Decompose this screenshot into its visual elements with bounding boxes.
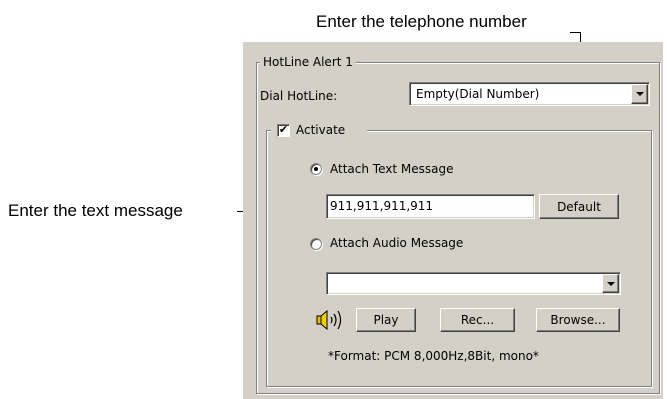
text-message-input[interactable]: 911,911,911,911 <box>326 194 535 219</box>
callout-text-message: Enter the text message <box>8 201 183 220</box>
play-button[interactable]: Play <box>356 308 416 332</box>
default-button[interactable]: Default <box>539 194 619 219</box>
hotline-panel: HotLine Alert 1 Dial HotLine: Empty(Dial… <box>243 42 663 399</box>
hotline-group-title: HotLine Alert 1 <box>260 55 356 69</box>
attach-text-radio[interactable] <box>310 163 322 175</box>
audio-dropdown-button[interactable] <box>602 274 619 293</box>
callout-telephone-tick <box>570 32 580 33</box>
chevron-down-icon <box>635 92 644 96</box>
attach-text-label[interactable]: Attach Text Message <box>330 162 453 176</box>
rec-button[interactable]: Rec... <box>440 308 515 332</box>
speaker-icon <box>316 309 342 331</box>
activate-checkbox[interactable]: ✔ <box>277 124 290 137</box>
dial-hotline-dropdown-button[interactable] <box>631 84 648 104</box>
attach-audio-radio[interactable] <box>310 238 322 250</box>
dial-hotline-select[interactable]: Empty(Dial Number) <box>409 82 650 106</box>
attach-audio-label[interactable]: Attach Audio Message <box>330 236 463 250</box>
dial-hotline-label: Dial HotLine: <box>260 89 338 103</box>
chevron-down-icon <box>606 281 615 286</box>
audio-file-select[interactable] <box>326 272 621 295</box>
dial-hotline-value: Empty(Dial Number) <box>416 87 540 101</box>
checkmark-icon: ✔ <box>278 124 289 136</box>
text-message-value: 911,911,911,911 <box>330 199 434 213</box>
browse-button[interactable]: Browse... <box>536 308 620 332</box>
activate-label[interactable]: Activate <box>296 123 345 137</box>
radio-selected-dot <box>314 167 318 171</box>
callout-telephone: Enter the telephone number <box>316 12 527 31</box>
format-note: *Format: PCM 8,000Hz,8Bit, mono* <box>328 349 539 363</box>
